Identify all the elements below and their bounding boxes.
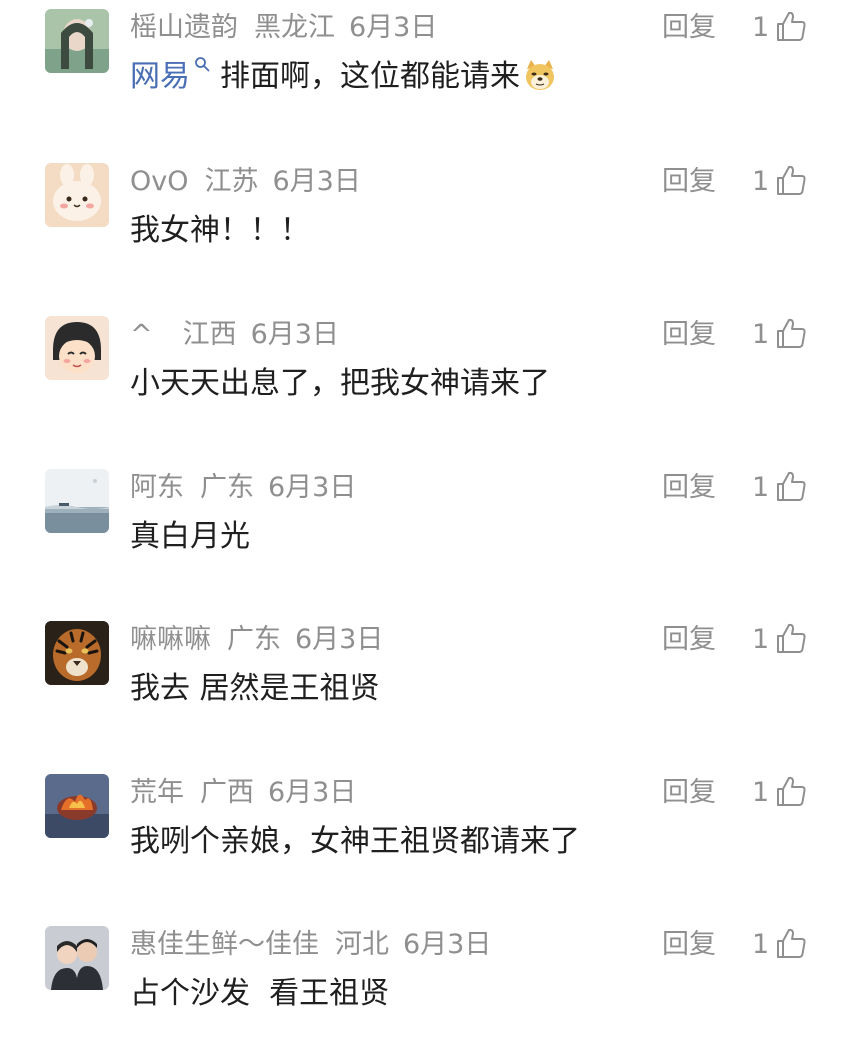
- search-icon[interactable]: [194, 56, 210, 72]
- location: 广东: [200, 472, 254, 503]
- comment-meta: 惠佳生鲜～佳佳 河北 6月3日: [130, 925, 505, 965]
- location: 黑龙江: [254, 12, 335, 43]
- reply-button[interactable]: 回复: [662, 162, 716, 202]
- date: 6月3日: [295, 624, 384, 655]
- comment-item: 荒年 广西 6月3日 我咧个亲娘，女神王祖贤都请来了 回复 1: [0, 765, 853, 875]
- thumbs-up-icon[interactable]: [774, 9, 808, 43]
- username[interactable]: 荒年: [130, 777, 184, 808]
- username[interactable]: 榣山遗韵: [130, 12, 238, 43]
- location: 广东: [227, 624, 281, 655]
- like-count: 1: [752, 472, 770, 503]
- comment-body: 我去 居然是王祖贤: [130, 671, 380, 706]
- thumbs-up-icon[interactable]: [774, 469, 808, 503]
- username[interactable]: 惠佳生鲜～佳佳: [130, 929, 319, 960]
- comment-meta: OvO 江苏 6月3日: [130, 162, 375, 202]
- fire-avatar-icon: [45, 774, 109, 838]
- reply-button[interactable]: 回复: [662, 468, 716, 508]
- date: 6月3日: [272, 166, 361, 197]
- date: 6月3日: [268, 777, 357, 808]
- username[interactable]: 嘛嘛嘛: [130, 624, 211, 655]
- avatar[interactable]: [45, 163, 109, 227]
- comment-meta: 阿东 广东 6月3日: [130, 468, 370, 508]
- comment-meta: 嘛嘛嘛 广东 6月3日: [130, 620, 397, 660]
- thumbs-up-icon[interactable]: [774, 926, 808, 960]
- location: 广西: [200, 777, 254, 808]
- location: 河北: [335, 929, 389, 960]
- doge-emoji-icon: [526, 59, 554, 90]
- couple-photo-avatar-icon: [45, 926, 109, 990]
- avatar[interactable]: [45, 469, 109, 533]
- reply-button[interactable]: 回复: [662, 620, 716, 660]
- comment-meta: 荒年 广西 6月3日: [130, 773, 370, 813]
- comment-text: 占个沙发 看王祖贤: [130, 971, 389, 1017]
- thumbs-up-icon[interactable]: [774, 163, 808, 197]
- comment-item: ^ 江西 6月3日 小天天出息了，把我女神请来了 回复 1: [0, 307, 853, 417]
- comment-item: 榣山遗韵 黑龙江 6月3日 网易 排面啊，这位都能请来 回复 1: [0, 0, 853, 110]
- comment-item: 嘛嘛嘛 广东 6月3日 我去 居然是王祖贤 回复 1: [0, 612, 853, 722]
- date: 6月3日: [403, 929, 492, 960]
- sea-landscape-avatar-icon: [45, 469, 109, 533]
- comment-text: 网易 排面啊，这位都能请来: [130, 54, 558, 100]
- comment-body: 真白月光: [130, 519, 250, 554]
- bunny-avatar-icon: [45, 163, 109, 227]
- username[interactable]: 阿东: [130, 472, 184, 503]
- comment-body: 占个沙发 看王祖贤: [130, 976, 390, 1011]
- avatar[interactable]: [45, 9, 109, 73]
- reply-button[interactable]: 回复: [662, 773, 716, 813]
- username[interactable]: OvO: [130, 166, 188, 197]
- date: 6月3日: [268, 472, 357, 503]
- reply-button[interactable]: 回复: [662, 315, 716, 355]
- comment-item: 惠佳生鲜～佳佳 河北 6月3日 占个沙发 看王祖贤 回复 1: [0, 917, 853, 1027]
- comment-body: 小天天出息了，把我女神请来了: [130, 366, 550, 401]
- username[interactable]: ^: [130, 319, 153, 350]
- avatar[interactable]: [45, 621, 109, 685]
- tiger-avatar-icon: [45, 621, 109, 685]
- comment-text: 我女神！！！: [130, 208, 310, 254]
- comment-meta: 榣山遗韵 黑龙江 6月3日: [130, 8, 451, 48]
- date: 6月3日: [349, 12, 438, 43]
- comment-body: 我咧个亲娘，女神王祖贤都请来了: [130, 824, 580, 859]
- search-link[interactable]: 网易: [130, 59, 190, 94]
- cartoon-girl-avatar-icon: [45, 316, 109, 380]
- comment-body: 我女神！！！: [130, 213, 310, 248]
- avatar[interactable]: [45, 774, 109, 838]
- comment-meta: ^ 江西 6月3日: [130, 315, 353, 355]
- thumbs-up-icon[interactable]: [774, 316, 808, 350]
- comment-item: 阿东 广东 6月3日 真白月光 回复 1: [0, 460, 853, 570]
- comment-list: 榣山遗韵 黑龙江 6月3日 网易 排面啊，这位都能请来 回复 1 OvO 江苏 …: [0, 0, 853, 1038]
- location: 江苏: [204, 166, 259, 197]
- location: 江西: [182, 319, 237, 350]
- reply-button[interactable]: 回复: [662, 925, 716, 965]
- like-count: 1: [752, 166, 770, 197]
- comment-text: 真白月光: [130, 514, 250, 560]
- thumbs-up-icon[interactable]: [774, 621, 808, 655]
- comment-text: 小天天出息了，把我女神请来了: [130, 361, 550, 407]
- comment-text: 我咧个亲娘，女神王祖贤都请来了: [130, 819, 580, 865]
- like-count: 1: [752, 777, 770, 808]
- anime-girl-avatar-icon: [45, 9, 109, 73]
- avatar[interactable]: [45, 316, 109, 380]
- reply-button[interactable]: 回复: [662, 8, 716, 48]
- like-count: 1: [752, 319, 770, 350]
- comment-text: 我去 居然是王祖贤: [130, 666, 380, 712]
- like-count: 1: [752, 624, 770, 655]
- date: 6月3日: [250, 319, 339, 350]
- comment-body: 排面啊，这位都能请来: [220, 59, 520, 94]
- like-count: 1: [752, 12, 770, 43]
- like-count: 1: [752, 929, 770, 960]
- avatar[interactable]: [45, 926, 109, 990]
- thumbs-up-icon[interactable]: [774, 774, 808, 808]
- comment-item: OvO 江苏 6月3日 我女神！！！ 回复 1: [0, 154, 853, 264]
